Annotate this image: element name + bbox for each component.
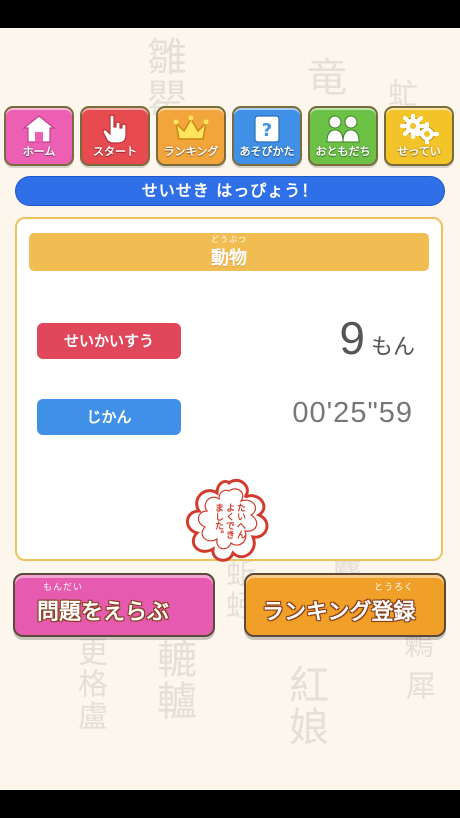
- choose-problem-button[interactable]: もんだい 問題をえらぶ: [13, 573, 215, 637]
- choose-problem-ruby: もんだい: [43, 583, 84, 593]
- crown-icon: [158, 113, 224, 145]
- background-kanji-5: 轆轤: [150, 638, 196, 722]
- svg-text:?: ?: [262, 120, 272, 141]
- score-number: 9: [339, 312, 365, 364]
- flower-stamp-icon: たいへん よくでき ました。: [186, 478, 269, 562]
- gears-icon: [386, 113, 452, 145]
- question-icon: ?: [234, 113, 300, 145]
- nav-settings-button[interactable]: せってい: [384, 106, 454, 166]
- nav-home-button[interactable]: ホーム: [4, 106, 74, 166]
- pointing-hand-icon: [82, 113, 148, 145]
- choose-problem-label: 問題をえらぶ: [37, 600, 170, 625]
- background-kanji-2: 竜: [300, 56, 346, 98]
- nav-home-label: ホーム: [22, 145, 56, 158]
- background-kanji-6: 更格盧: [72, 636, 107, 732]
- category-label: 動物: [211, 248, 247, 269]
- nav-start-button[interactable]: スタート: [80, 106, 150, 166]
- top-nav: ホーム スタート ランキング ? あそびかた おともだち せってい: [4, 106, 456, 168]
- stamp-line-3: ました。: [213, 503, 224, 539]
- ranking-register-ruby: とうろく: [374, 583, 415, 593]
- nav-ranking-label: ランキング: [163, 145, 219, 158]
- game-screen: 雛罌 竜 虻 紅娘 轆轤 更格盧 蚯蚓 麝香 鶫 犀 ホーム スタート ランキン…: [0, 28, 460, 790]
- friends-icon: [310, 113, 376, 145]
- background-kanji-4: 紅娘: [282, 664, 328, 748]
- nav-howto-button[interactable]: ? あそびかた: [232, 106, 302, 166]
- time-value: 00'25"59: [292, 397, 413, 429]
- ranking-register-button[interactable]: とうろく ランキング登録: [244, 573, 446, 637]
- nav-howto-label: あそびかた: [239, 145, 295, 158]
- nav-ranking-button[interactable]: ランキング: [156, 106, 226, 166]
- nav-settings-label: せってい: [397, 145, 441, 158]
- result-header: せいせき はっぴょう！: [15, 176, 445, 206]
- category-bar: どうぶつ 動物: [29, 233, 429, 271]
- nav-friends-label: おともだち: [315, 145, 371, 158]
- home-icon: [6, 113, 72, 145]
- time-label-pill: じかん: [37, 399, 181, 435]
- score-value: 9 もん: [339, 311, 415, 365]
- background-kanji-10: 犀: [400, 670, 435, 702]
- score-label-pill: せいかいすう: [37, 323, 181, 359]
- nav-friends-button[interactable]: おともだち: [308, 106, 378, 166]
- stamp-line-1: たいへん: [235, 503, 246, 539]
- score-unit: もん: [370, 335, 415, 360]
- ranking-register-label: ランキング登録: [262, 600, 416, 625]
- result-card: どうぶつ 動物 せいかいすう 9 もん じかん 00'25"59 たいへん よくで…: [15, 217, 443, 562]
- flower-stamp: たいへん よくでき ました。: [183, 477, 275, 565]
- stamp-line-2: よくでき: [224, 503, 235, 539]
- nav-start-label: スタート: [93, 145, 137, 158]
